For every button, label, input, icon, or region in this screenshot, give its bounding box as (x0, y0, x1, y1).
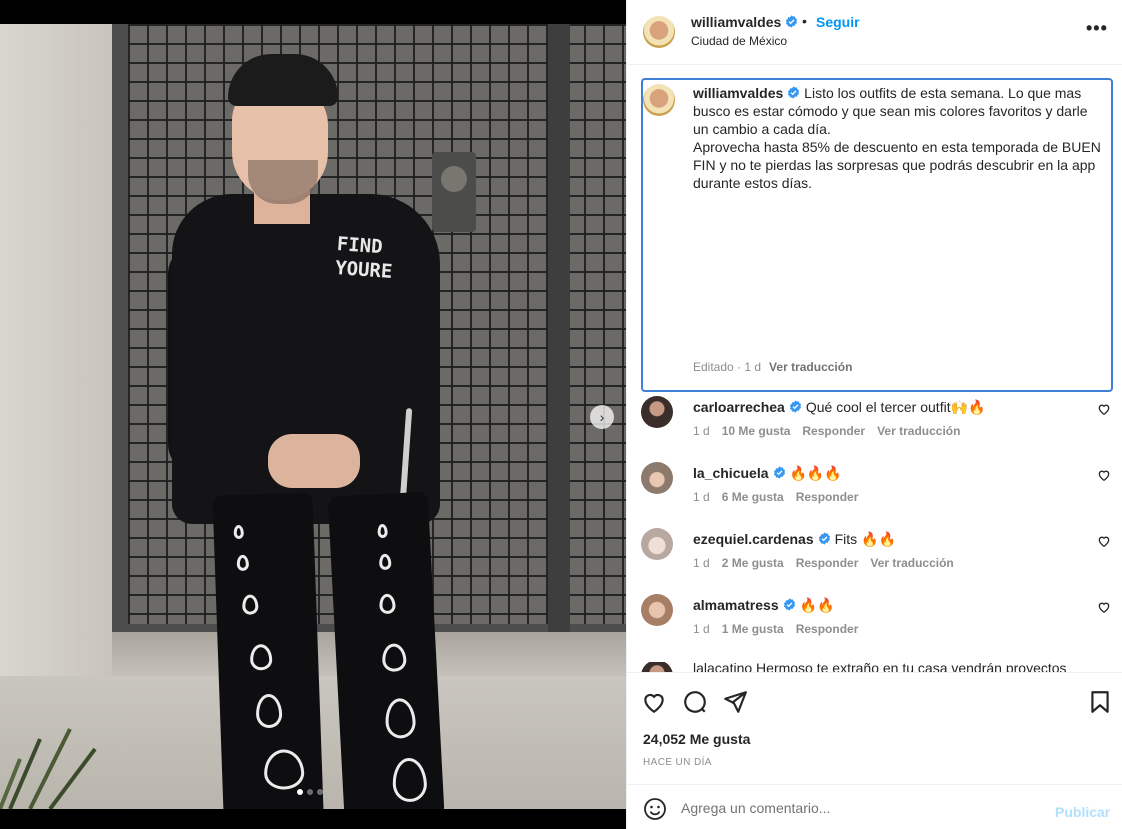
reply-button[interactable]: Responder (802, 424, 865, 438)
comment-like-count[interactable]: 2 Me gusta (722, 556, 784, 570)
commenter-username[interactable]: carloarrechea (693, 399, 785, 415)
carousel-next-button[interactable]: › (590, 405, 614, 429)
black-pants (212, 491, 446, 817)
reply-button[interactable]: Responder (796, 490, 859, 504)
comment-bubble-icon[interactable] (682, 689, 708, 715)
comment-body: 🔥🔥🔥 (789, 465, 842, 481)
comment-like-heart-icon[interactable] (1097, 468, 1111, 482)
publish-button[interactable]: Publicar (1055, 804, 1110, 820)
comment-composer: Publicar (627, 784, 1122, 829)
photo-letterbox-top (0, 0, 626, 24)
comment-like-heart-icon[interactable] (1097, 600, 1111, 614)
post-time: HACE UN DÍA (643, 757, 712, 768)
post-location[interactable]: Ciudad de México (691, 34, 787, 48)
emoji-icon[interactable] (643, 797, 667, 821)
comment-meta: 1 d 1 Me gusta Responder (693, 622, 870, 636)
post-actions: 24,052 Me gusta HACE UN DÍA (627, 672, 1122, 784)
commenter-avatar[interactable] (641, 462, 673, 494)
verified-badge-icon (788, 86, 800, 99)
comment-like-heart-icon[interactable] (1097, 402, 1111, 416)
caption-meta: Editado · 1 d Ver traducción (693, 360, 853, 374)
comment-text: la_chicuela 🔥🔥🔥 (693, 464, 1083, 482)
comment-meta: 1 d 6 Me gusta Responder (693, 490, 870, 504)
verified-badge-icon (789, 400, 801, 413)
comment-like-count[interactable]: 1 Me gusta (722, 622, 784, 636)
comment-body: Qué cool el tercer outfit🙌🔥 (805, 399, 986, 415)
post-modal: FIND YOURE › williamvaldes • Seguir Ciud… (0, 0, 1122, 829)
sweater-print-text: FIND YOURE (334, 233, 394, 283)
post-header: williamvaldes • Seguir Ciudad de México … (627, 0, 1122, 65)
verified-badge-icon (783, 598, 795, 611)
comment-text: almamatress 🔥🔥 (693, 596, 1083, 614)
like-count[interactable]: 24,052 Me gusta (643, 731, 750, 747)
caption-text: williamvaldes Listo los outfits de esta … (693, 84, 1103, 192)
more-options-icon[interactable]: ••• (1086, 18, 1108, 39)
carousel-dots (297, 789, 323, 795)
save-bookmark-icon[interactable] (1087, 689, 1113, 715)
comment-like-count[interactable]: 6 Me gusta (722, 490, 784, 504)
photo-scene: FIND YOURE (0, 24, 626, 817)
commenter-avatar[interactable] (641, 528, 673, 560)
comment-meta: 1 d 2 Me gusta Responder Ver traducción (693, 556, 966, 570)
reply-button[interactable]: Responder (796, 622, 859, 636)
photo-letterbox-bottom (0, 809, 626, 829)
verified-badge-icon (818, 532, 830, 545)
verified-badge-icon (773, 466, 785, 479)
comment-meta: 1 d 10 Me gusta Responder Ver traducción (693, 424, 972, 438)
comment-text: ezequiel.cardenas Fits 🔥🔥 (693, 530, 1083, 548)
comment-translate-link[interactable]: Ver traducción (870, 556, 953, 570)
commenter-username[interactable]: ezequiel.cardenas (693, 531, 814, 547)
comment-age: 1 d (693, 556, 710, 570)
reply-button[interactable]: Responder (796, 556, 859, 570)
caption-username[interactable]: williamvaldes (693, 85, 783, 101)
post-photo[interactable]: FIND YOURE › (0, 0, 626, 829)
commenter-avatar[interactable] (641, 594, 673, 626)
caption-block: williamvaldes Listo los outfits de esta … (641, 78, 1113, 392)
carousel-dot (297, 789, 303, 795)
share-paper-plane-icon[interactable] (722, 689, 748, 715)
verified-badge-icon (786, 15, 798, 28)
comment-row: la_chicuela 🔥🔥🔥 1 d 6 Me gusta Responder (641, 462, 1113, 522)
comment-body: Fits 🔥🔥 (834, 531, 896, 547)
model-figure: FIND YOURE (168, 54, 458, 817)
comment-row: almamatress 🔥🔥 1 d 1 Me gusta Responder (641, 594, 1113, 654)
like-heart-icon[interactable] (641, 689, 667, 715)
comment-input[interactable] (681, 795, 1041, 821)
comment-age: 1 d (693, 622, 710, 636)
partial-comment: lalacatino Hermoso te extraño en tu casa… (641, 662, 1113, 672)
author-avatar[interactable] (643, 16, 675, 48)
comment-age: 1 d (693, 490, 710, 504)
comment-text: carloarrechea Qué cool el tercer outfit🙌🔥 (693, 398, 1083, 416)
post-side-panel: williamvaldes • Seguir Ciudad de México … (626, 0, 1122, 829)
author-username[interactable]: williamvaldes (691, 14, 798, 30)
comment-age: 1 d (693, 424, 710, 438)
carousel-dot (307, 789, 313, 795)
comment-row: ezequiel.cardenas Fits 🔥🔥 1 d 2 Me gusta Res… (641, 528, 1113, 588)
comment-row: carloarrechea Qué cool el tercer outfit🙌🔥… (641, 396, 1113, 456)
plant-leaves (0, 728, 97, 809)
commenter-avatar[interactable] (641, 396, 673, 428)
caption-avatar[interactable] (643, 84, 675, 116)
comment-like-heart-icon[interactable] (1097, 534, 1111, 548)
comment-translate-link[interactable]: Ver traducción (877, 424, 960, 438)
commenter-username[interactable]: la_chicuela (693, 465, 769, 481)
comment-body: 🔥🔥 (799, 597, 835, 613)
caption-translate-link[interactable]: Ver traducción (769, 360, 852, 374)
header-separator: • (802, 13, 807, 29)
comment-like-count[interactable]: 10 Me gusta (722, 424, 791, 438)
carousel-dot (317, 789, 323, 795)
follow-button[interactable]: Seguir (816, 14, 860, 30)
commenter-username[interactable]: almamatress (693, 597, 779, 613)
